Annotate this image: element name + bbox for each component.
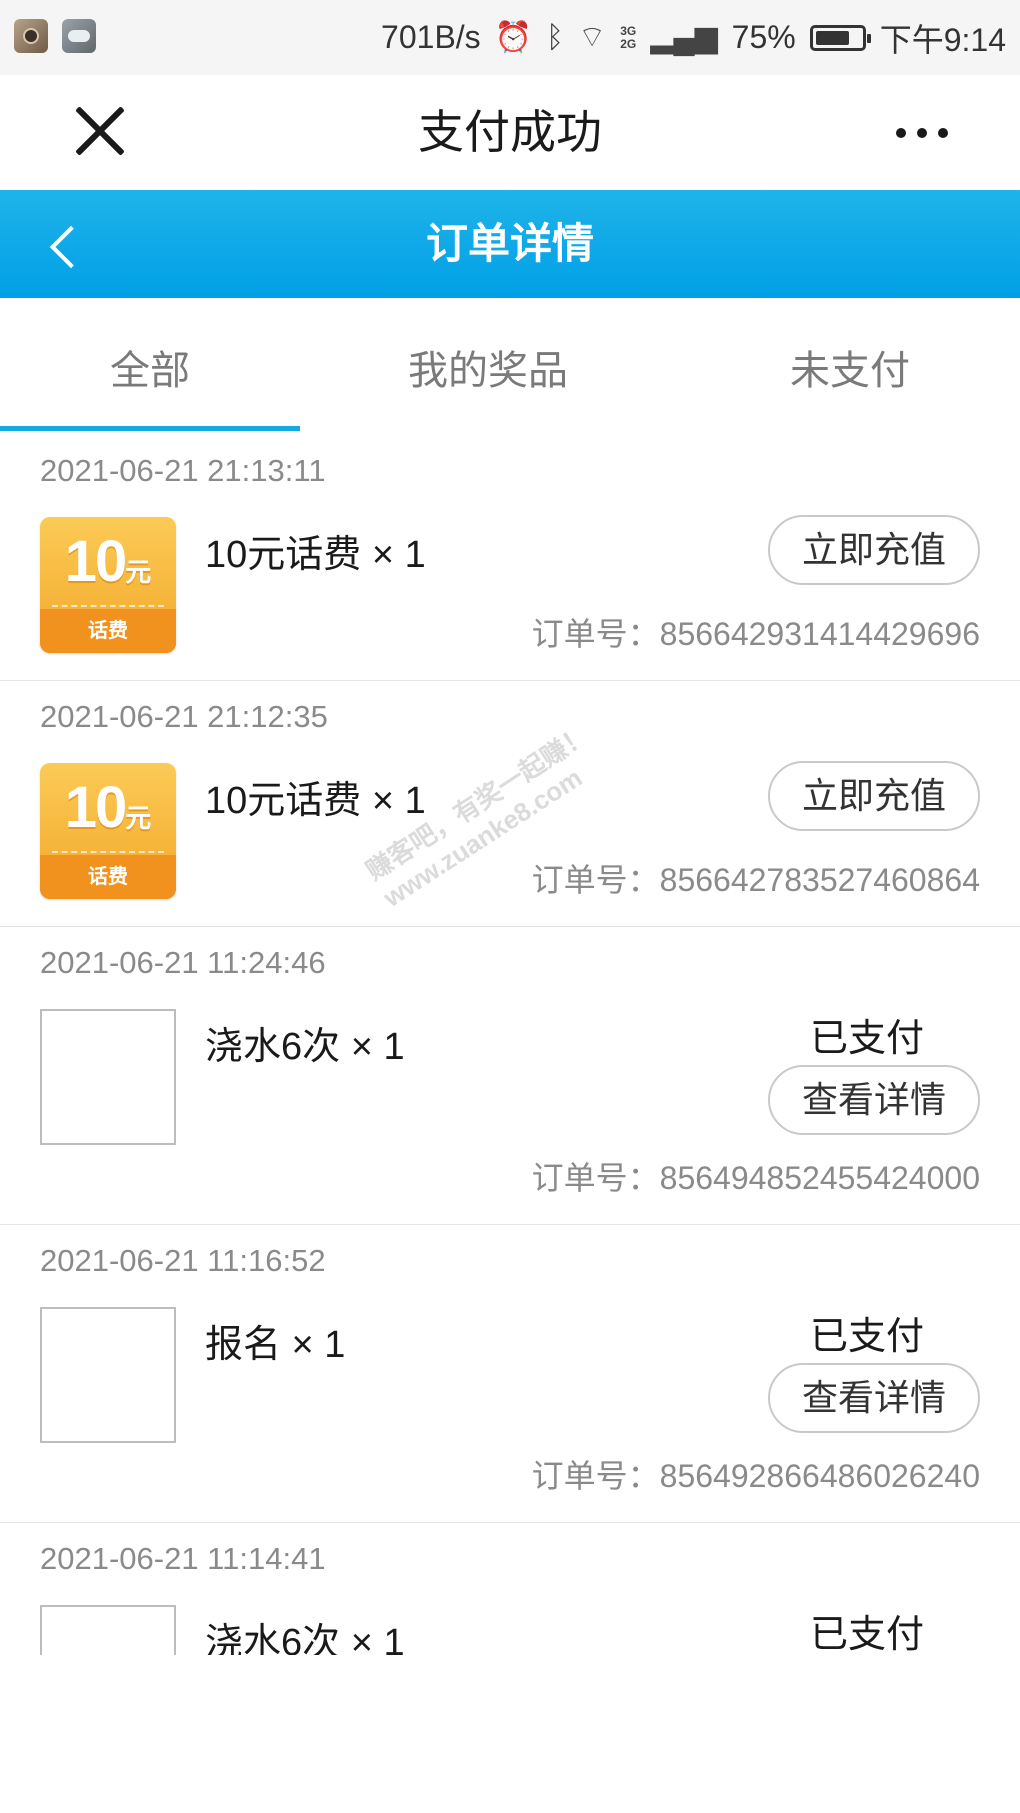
paid-status: 已支付: [809, 1316, 924, 1358]
coupon-divider: [52, 605, 164, 607]
order-time: 2021-06-21 11:14:41: [40, 1541, 326, 1576]
item-thumbnail: [40, 1009, 176, 1145]
order-item: 2021-06-21 11:24:46 浇水6次 × 1 已支付 查看详情 订单…: [0, 927, 1020, 1225]
wifi-icon: ⌔: [578, 20, 607, 54]
order-time: 2021-06-21 11:16:52: [40, 1243, 326, 1278]
weather-app-icon: [62, 19, 96, 53]
bluetooth-icon: ᛒ: [546, 20, 565, 54]
coupon-label: 话费: [40, 609, 176, 653]
network-type: 3G 2G: [620, 23, 637, 51]
more-icon[interactable]: [896, 128, 948, 138]
order-time: 2021-06-21 21:13:11: [40, 453, 326, 488]
header-title: 订单详情: [425, 220, 594, 267]
back-icon[interactable]: [40, 220, 90, 270]
order-number: 订单号：856642931414429696: [531, 616, 980, 652]
paid-status: 已支付: [809, 1614, 924, 1655]
net-speed: 701B/s: [381, 19, 481, 55]
coupon-amount-unit: 元: [125, 803, 152, 833]
coupon-amount-unit: 元: [125, 557, 152, 587]
order-item: 2021-06-21 11:14:41 浇水6次 × 1 已支付: [0, 1523, 1020, 1655]
camera-app-icon: [14, 19, 48, 53]
battery-percent: 75%: [731, 19, 796, 55]
status-indicators: 701B/s ⏰ ᛒ ⌔ 3G 2G ▂▄▆ 75% 下午9:14: [381, 0, 1006, 75]
item-thumbnail: [40, 1605, 176, 1655]
title-bar: 支付成功: [0, 75, 1020, 190]
signal-icon: ▂▄▆: [650, 20, 718, 54]
battery-icon: [809, 24, 871, 51]
order-number: 订单号：856492866486026240: [531, 1458, 980, 1494]
order-number: 订单号：856642783527460864: [531, 862, 980, 898]
order-item: 2021-06-21 21:12:35 10元 话费 10元话费 × 1 立即充…: [0, 681, 1020, 927]
network-type-top: 3G: [620, 23, 637, 38]
coupon-amount-number: 10: [64, 529, 127, 594]
tab-unpaid[interactable]: 未支付: [790, 338, 910, 396]
order-item-name: 浇水6次 × 1: [205, 1622, 405, 1655]
order-item-name: 10元话费 × 1: [205, 780, 426, 822]
tab-all[interactable]: 全部: [110, 338, 190, 396]
view-details-button[interactable]: 查看详情: [768, 1065, 980, 1135]
order-item-name: 10元话费 × 1: [205, 534, 426, 576]
coupon-amount: 10元: [40, 517, 176, 607]
coupon-amount-number: 10: [64, 775, 127, 840]
battery-fill: [815, 30, 849, 45]
coupon-label: 话费: [40, 855, 176, 899]
phone-credit-coupon-icon: 10元 话费: [40, 517, 176, 653]
item-thumbnail: [40, 1307, 176, 1443]
coupon-amount: 10元: [40, 763, 176, 853]
page-title: 支付成功: [418, 106, 602, 158]
order-item-name: 报名 × 1: [205, 1324, 346, 1366]
order-list: 2021-06-21 21:13:11 10元 话费 10元话费 × 1 立即充…: [0, 435, 1020, 1655]
order-number: 订单号：856494852455424000: [531, 1160, 980, 1196]
order-item-name: 浇水6次 × 1: [205, 1026, 405, 1068]
tab-my-prizes[interactable]: 我的奖品: [408, 338, 568, 396]
view-details-button[interactable]: 查看详情: [768, 1363, 980, 1433]
order-item: 2021-06-21 11:16:52 报名 × 1 已支付 查看详情 订单号：…: [0, 1225, 1020, 1523]
order-time: 2021-06-21 11:24:46: [40, 945, 326, 980]
clock: 下午9:14: [879, 21, 1006, 58]
phone-credit-coupon-icon: 10元 话费: [40, 763, 176, 899]
recharge-now-button[interactable]: 立即充值: [768, 515, 980, 585]
coupon-divider: [52, 851, 164, 853]
order-item: 2021-06-21 21:13:11 10元 话费 10元话费 × 1 立即充…: [0, 435, 1020, 681]
tab-bar: 全部 我的奖品 未支付: [0, 298, 1020, 435]
close-icon[interactable]: [72, 103, 128, 159]
recharge-now-button[interactable]: 立即充值: [768, 761, 980, 831]
status-bar: 701B/s ⏰ ᛒ ⌔ 3G 2G ▂▄▆ 75% 下午9:14: [0, 0, 1020, 75]
paid-status: 已支付: [809, 1018, 924, 1060]
order-header: 订单详情: [0, 190, 1020, 298]
alarm-icon: ⏰: [494, 20, 533, 54]
network-type-bottom: 2G: [620, 36, 637, 51]
tab-active-indicator: [0, 426, 300, 431]
order-time: 2021-06-21 21:12:35: [40, 699, 328, 734]
